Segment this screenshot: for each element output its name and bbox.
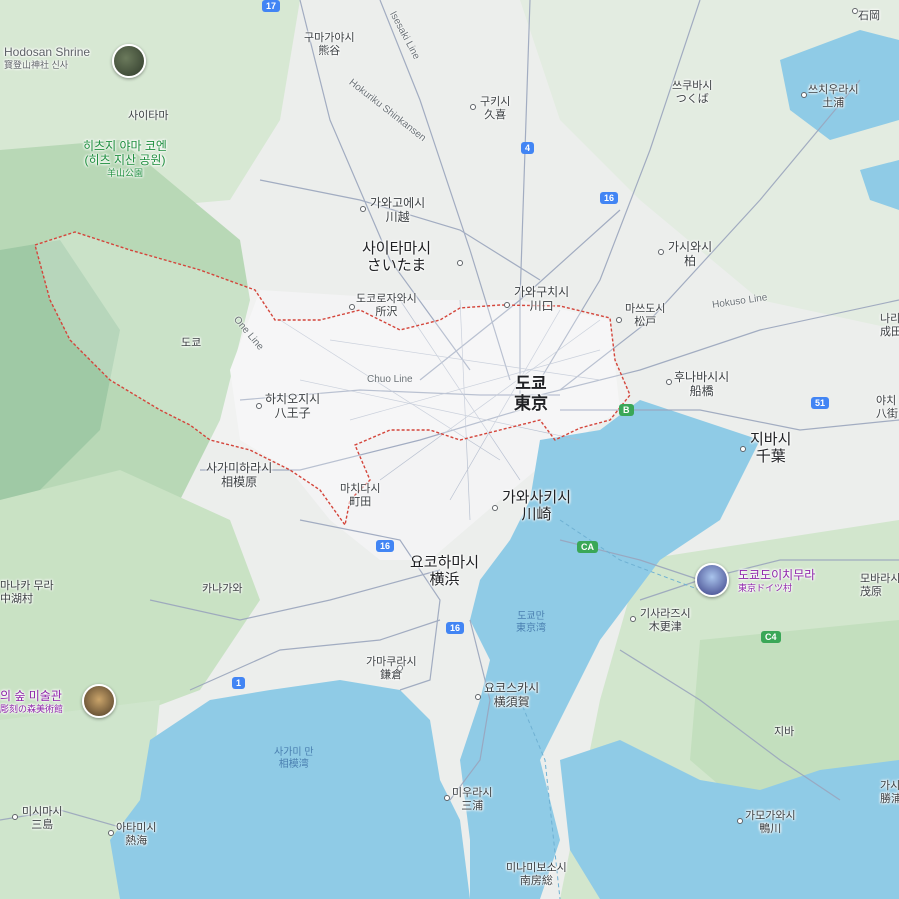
- city-dot: [658, 249, 664, 255]
- place-label[interactable]: 사이타마: [128, 110, 168, 123]
- museum-photo-marker[interactable]: [82, 684, 116, 718]
- city-dot: [12, 814, 18, 820]
- city-dot: [492, 505, 498, 511]
- place-label[interactable]: 石岡: [858, 10, 880, 23]
- place-label[interactable]: 구키시 久喜: [480, 96, 510, 121]
- city-dot: [666, 379, 672, 385]
- place-label[interactable]: 미나미보소시 南房総: [506, 862, 567, 887]
- poi-label[interactable]: 의 숲 미술관 彫刻の森美術館: [0, 689, 63, 714]
- route-shield: 51: [811, 397, 830, 409]
- place-label[interactable]: 나리 成田: [880, 313, 899, 338]
- place-label[interactable]: 가모가와시 鴨川: [745, 810, 796, 835]
- place-label[interactable]: Hodosan Shrine 寳登山神社 신사: [4, 45, 90, 70]
- place-label[interactable]: 지바시 千葉: [750, 431, 791, 466]
- place-label[interactable]: 도코로자와시 所沢: [356, 293, 417, 318]
- city-dot: [801, 92, 807, 98]
- place-label[interactable]: 마치다시 町田: [340, 483, 380, 508]
- route-shield: 16: [376, 540, 395, 552]
- place-label[interactable]: 요코스카시 横須賀: [484, 681, 539, 710]
- place-label[interactable]: 미우라시 三浦: [452, 787, 492, 812]
- place-label[interactable]: 모바라시 茂原: [860, 573, 899, 598]
- place-label[interactable]: 후나바시시 船橋: [674, 370, 729, 399]
- city-dot: [444, 795, 450, 801]
- water-label: 사가미 만 相模湾: [274, 747, 314, 770]
- city-dot: [737, 818, 743, 824]
- shrine-photo-marker[interactable]: [112, 44, 146, 78]
- place-label[interactable]: 가와사키시 川崎: [502, 489, 571, 524]
- route-shield: CA: [577, 541, 598, 553]
- place-label[interactable]: 도쿄: [181, 337, 201, 350]
- city-dot: [504, 302, 510, 308]
- city-dot: [108, 830, 114, 836]
- place-label[interactable]: 아타미시 熱海: [116, 822, 156, 847]
- park-label[interactable]: 히츠지 야마 코엔(히츠 지산 공원) 羊山公園: [80, 139, 170, 178]
- city-dot: [349, 304, 355, 310]
- place-label[interactable]: 마쓰도시 松戸: [625, 303, 665, 328]
- place-label[interactable]: 쓰치우라시 土浦: [808, 84, 859, 109]
- route-shield: 17: [262, 0, 281, 12]
- place-label[interactable]: 가와고에시 川越: [370, 196, 425, 225]
- route-shield: 16: [446, 622, 465, 634]
- place-label[interactable]: 미시마시 三島: [22, 806, 62, 831]
- city-dot: [630, 616, 636, 622]
- place-label[interactable]: 가시와시 柏: [668, 240, 712, 269]
- place-label[interactable]: 쓰쿠바시 つくば: [672, 80, 712, 105]
- place-label[interactable]: 구마가야시 熊谷: [304, 32, 355, 57]
- city-dot: [256, 403, 262, 409]
- route-shield: C4: [761, 631, 781, 643]
- place-label[interactable]: 사가미하라시 相模原: [206, 461, 272, 490]
- city-dot: [616, 317, 622, 323]
- city-dot: [470, 104, 476, 110]
- route-shield: B: [619, 404, 634, 416]
- route-shield: 4: [521, 142, 535, 154]
- place-label[interactable]: 도쿄 東京: [514, 374, 548, 413]
- place-label[interactable]: 기사라즈시 木更津: [640, 608, 691, 633]
- place-label[interactable]: 지바: [774, 726, 794, 739]
- place-label[interactable]: 요코하마시 横浜: [410, 554, 479, 589]
- place-label[interactable]: 가마쿠라시 鎌倉: [366, 656, 417, 681]
- place-label[interactable]: 야치 八街: [876, 395, 898, 420]
- village-photo-marker[interactable]: [695, 563, 729, 597]
- place-label[interactable]: 가시 勝浦: [880, 780, 899, 805]
- route-shield: 16: [600, 192, 619, 204]
- place-label[interactable]: 가와구치시 川口: [514, 285, 569, 314]
- poi-label[interactable]: 도쿄도이치무라 東京ドイツ村: [738, 568, 815, 593]
- place-label[interactable]: 카나가와: [202, 583, 242, 596]
- place-label[interactable]: 마나카 무라 中湖村: [0, 580, 54, 605]
- city-dot: [457, 260, 463, 266]
- rail-line-label: Chuo Line: [367, 374, 413, 385]
- city-dot: [475, 694, 481, 700]
- water-label: 도쿄만 東京湾: [516, 611, 546, 634]
- place-label[interactable]: 하치오지시 八王子: [265, 392, 320, 421]
- route-shield: 1: [232, 677, 246, 689]
- city-dot: [740, 446, 746, 452]
- map-canvas[interactable]: Isesaki Line Hokuriku Shinkansen Hokuso …: [0, 0, 899, 899]
- city-dot: [360, 206, 366, 212]
- place-label[interactable]: 사이타마시 さいたま: [362, 240, 431, 275]
